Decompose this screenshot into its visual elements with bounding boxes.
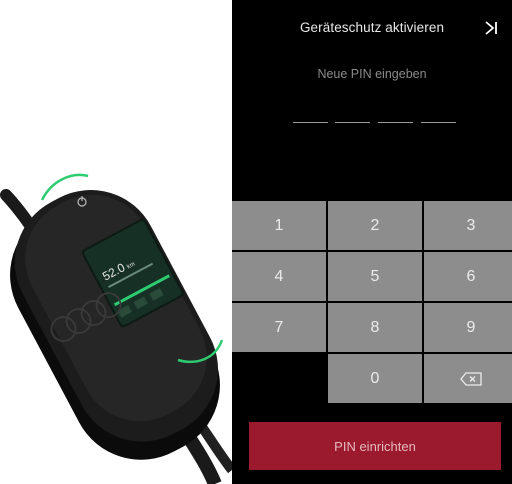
key-3[interactable]: 3	[424, 201, 512, 250]
key-7[interactable]: 7	[232, 303, 326, 352]
phone-screen: Geräteschutz aktivieren Neue PIN eingebe…	[232, 0, 512, 484]
page-title: Geräteschutz aktivieren	[299, 20, 445, 35]
key-4[interactable]: 4	[232, 252, 326, 301]
skip-next-icon[interactable]	[482, 19, 500, 37]
key-5[interactable]: 5	[328, 252, 422, 301]
pin-prompt: Neue PIN eingeben	[317, 67, 427, 81]
pin-digit-slot	[293, 122, 328, 123]
key-8[interactable]: 8	[328, 303, 422, 352]
backspace-button[interactable]	[424, 354, 512, 403]
backspace-icon	[460, 371, 482, 386]
product-image: 52.0 km	[0, 0, 232, 484]
key-6[interactable]: 6	[424, 252, 512, 301]
key-1[interactable]: 1	[232, 201, 326, 250]
pin-digit-slot	[378, 122, 413, 123]
key-2[interactable]: 2	[328, 201, 422, 250]
pin-digit-slot	[421, 122, 456, 123]
pin-digit-slot	[335, 122, 370, 123]
key-empty	[232, 354, 326, 403]
charger-illustration: 52.0 km	[0, 173, 232, 484]
pin-input[interactable]	[293, 122, 456, 124]
key-0[interactable]: 0	[328, 354, 422, 403]
header: Geräteschutz aktivieren	[232, 0, 512, 60]
key-9[interactable]: 9	[424, 303, 512, 352]
setup-pin-button[interactable]: PIN einrichten	[249, 422, 501, 470]
